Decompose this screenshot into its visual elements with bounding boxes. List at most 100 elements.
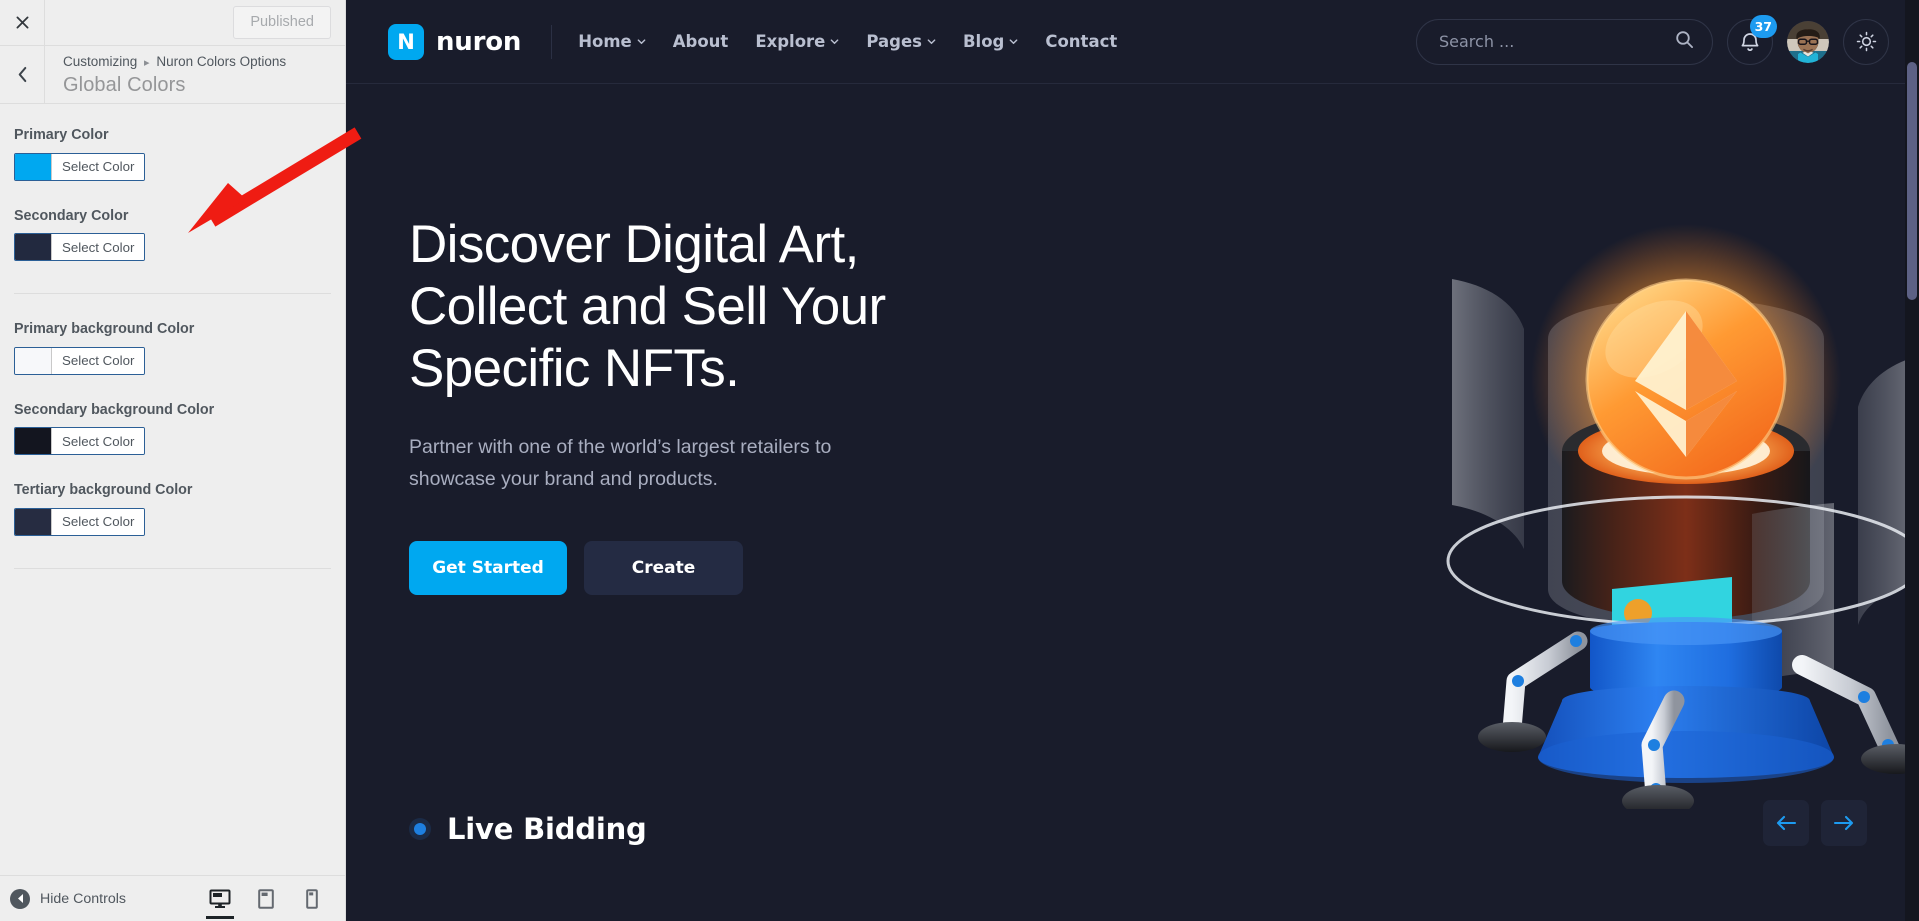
device-mobile-icon[interactable]: [293, 879, 331, 919]
select-color-button[interactable]: Select Color: [51, 428, 145, 455]
hero-title-line: Discover Digital Art,: [409, 215, 859, 274]
select-color-button[interactable]: Select Color: [51, 153, 145, 180]
color-picker-primary-background[interactable]: Select Color: [14, 346, 146, 375]
customizer-screen: Published Customizing ▸ Nuron Colors Opt…: [0, 0, 1919, 921]
site-preview: N nuron Home About Explore Pages Blog Co…: [346, 0, 1919, 921]
nav-item-explore[interactable]: Explore: [755, 32, 839, 51]
publish-button[interactable]: Published: [233, 5, 331, 40]
ethereum-coin-robot-illustration: [1446, 224, 1919, 809]
nav-item-contact[interactable]: Contact: [1045, 32, 1117, 51]
get-started-button[interactable]: Get Started: [409, 541, 567, 596]
hero-copy: Discover Digital Art, Collect and Sell Y…: [409, 214, 1009, 596]
customizer-controls: Primary Color Select Color Secondary Col…: [0, 104, 345, 875]
control-label: Tertiary background Color: [14, 482, 193, 499]
nav-label: Contact: [1045, 32, 1118, 51]
chevron-down-icon: [637, 39, 646, 45]
control-label: Secondary background Color: [14, 401, 215, 418]
select-color-button[interactable]: Select Color: [51, 347, 145, 374]
close-icon[interactable]: [0, 0, 45, 45]
color-picker-primary[interactable]: Select Color: [14, 152, 146, 181]
nav-label: Pages: [866, 32, 922, 51]
theme-toggle-button[interactable]: [1843, 18, 1889, 65]
hide-controls-button[interactable]: Hide Controls: [10, 888, 126, 909]
divider: [14, 293, 331, 295]
hero-buttons: Get Started Create: [409, 541, 1009, 596]
nav-label: Explore: [755, 32, 826, 51]
site-header: N nuron Home About Explore Pages Blog Co…: [346, 0, 1919, 84]
search-box[interactable]: [1416, 18, 1713, 65]
nav-label: Home: [578, 32, 632, 51]
control-label: Secondary Color: [14, 207, 129, 224]
hero-section: Discover Digital Art, Collect and Sell Y…: [346, 84, 1919, 864]
hero-illustration: [1366, 189, 1919, 809]
customizer-panel-header: Customizing ▸ Nuron Colors Options Globa…: [0, 46, 345, 104]
device-tablet-icon[interactable]: [247, 879, 285, 919]
notification-badge: 37: [1749, 14, 1777, 38]
nav-item-pages[interactable]: Pages: [866, 32, 936, 51]
preview-scrollbar[interactable]: [1905, 0, 1919, 921]
hero-title-line: Specific NFTs.: [409, 339, 740, 398]
panel-titles: Customizing ▸ Nuron Colors Options Globa…: [45, 46, 286, 103]
main-navigation: Home About Explore Pages Blog Contact: [578, 32, 1117, 51]
live-indicator-icon: [409, 818, 431, 840]
nav-item-about[interactable]: About: [673, 32, 729, 51]
chevron-down-icon: [927, 39, 936, 45]
header-divider: [551, 24, 553, 59]
arrow-right-icon[interactable]: [1821, 800, 1867, 846]
nav-item-home[interactable]: Home: [578, 32, 646, 51]
logo-mark: N: [388, 23, 424, 60]
select-color-button[interactable]: Select Color: [51, 234, 145, 261]
breadcrumb-root[interactable]: Customizing: [63, 54, 137, 69]
live-bidding-title: Live Bidding: [447, 812, 647, 846]
customizer-topbar: Published: [0, 0, 345, 46]
color-swatch: [15, 428, 51, 455]
hero-title: Discover Digital Art, Collect and Sell Y…: [409, 214, 1009, 400]
notifications-button[interactable]: 37: [1727, 14, 1777, 65]
breadcrumb-current[interactable]: Nuron Colors Options: [156, 54, 286, 69]
site-logo[interactable]: N nuron: [388, 23, 522, 60]
color-picker-secondary-background[interactable]: Select Color: [14, 427, 146, 456]
chevron-left-icon[interactable]: [0, 46, 45, 103]
color-swatch: [15, 508, 51, 535]
collapse-icon: [10, 888, 30, 909]
create-button[interactable]: Create: [584, 541, 743, 596]
nav-label: About: [672, 32, 729, 51]
logo-text: nuron: [436, 26, 522, 57]
color-swatch: [15, 347, 51, 374]
color-picker-secondary[interactable]: Select Color: [14, 233, 146, 262]
device-desktop-icon[interactable]: [201, 879, 239, 919]
control-label: Primary background Color: [14, 321, 195, 338]
control-secondary-background-color: Secondary background Color Select Color: [14, 401, 331, 460]
color-swatch: [15, 153, 51, 180]
select-color-button[interactable]: Select Color: [51, 508, 145, 535]
control-primary-background-color: Primary background Color Select Color: [14, 320, 331, 379]
breadcrumb: Customizing ▸ Nuron Colors Options: [63, 54, 286, 71]
customizer-footer: Hide Controls: [0, 875, 345, 921]
search-input[interactable]: [1439, 19, 1666, 64]
color-picker-tertiary-background[interactable]: Select Color: [14, 507, 146, 536]
device-preview-switcher: [201, 879, 331, 919]
arrow-left-icon[interactable]: [1763, 800, 1809, 846]
hide-controls-label: Hide Controls: [40, 890, 126, 907]
customizer-sidebar: Published Customizing ▸ Nuron Colors Opt…: [0, 0, 346, 921]
slider-navigation: [1763, 800, 1867, 846]
nav-label: Blog: [962, 32, 1005, 51]
control-tertiary-background-color: Tertiary background Color Select Color: [14, 481, 331, 540]
avatar[interactable]: [1787, 20, 1829, 63]
hero-subtitle-line: showcase your brand and products.: [409, 467, 718, 490]
control-secondary-color: Secondary Color Select Color: [14, 207, 331, 266]
divider: [14, 567, 331, 569]
nav-item-blog[interactable]: Blog: [963, 32, 1018, 51]
header-actions: 37: [1416, 14, 1889, 65]
scrollbar-thumb[interactable]: [1907, 62, 1917, 300]
breadcrumb-separator-icon: ▸: [144, 57, 150, 69]
search-icon[interactable]: [1675, 30, 1694, 54]
control-label: Primary Color: [14, 127, 109, 143]
hero-title-line: Collect and Sell Your: [409, 277, 886, 336]
control-primary-color: Primary Color Select Color: [14, 126, 331, 185]
color-swatch: [15, 234, 51, 261]
chevron-down-icon: [1009, 39, 1018, 45]
live-bidding-heading: Live Bidding: [409, 812, 647, 846]
page-title: Global Colors: [63, 73, 186, 96]
